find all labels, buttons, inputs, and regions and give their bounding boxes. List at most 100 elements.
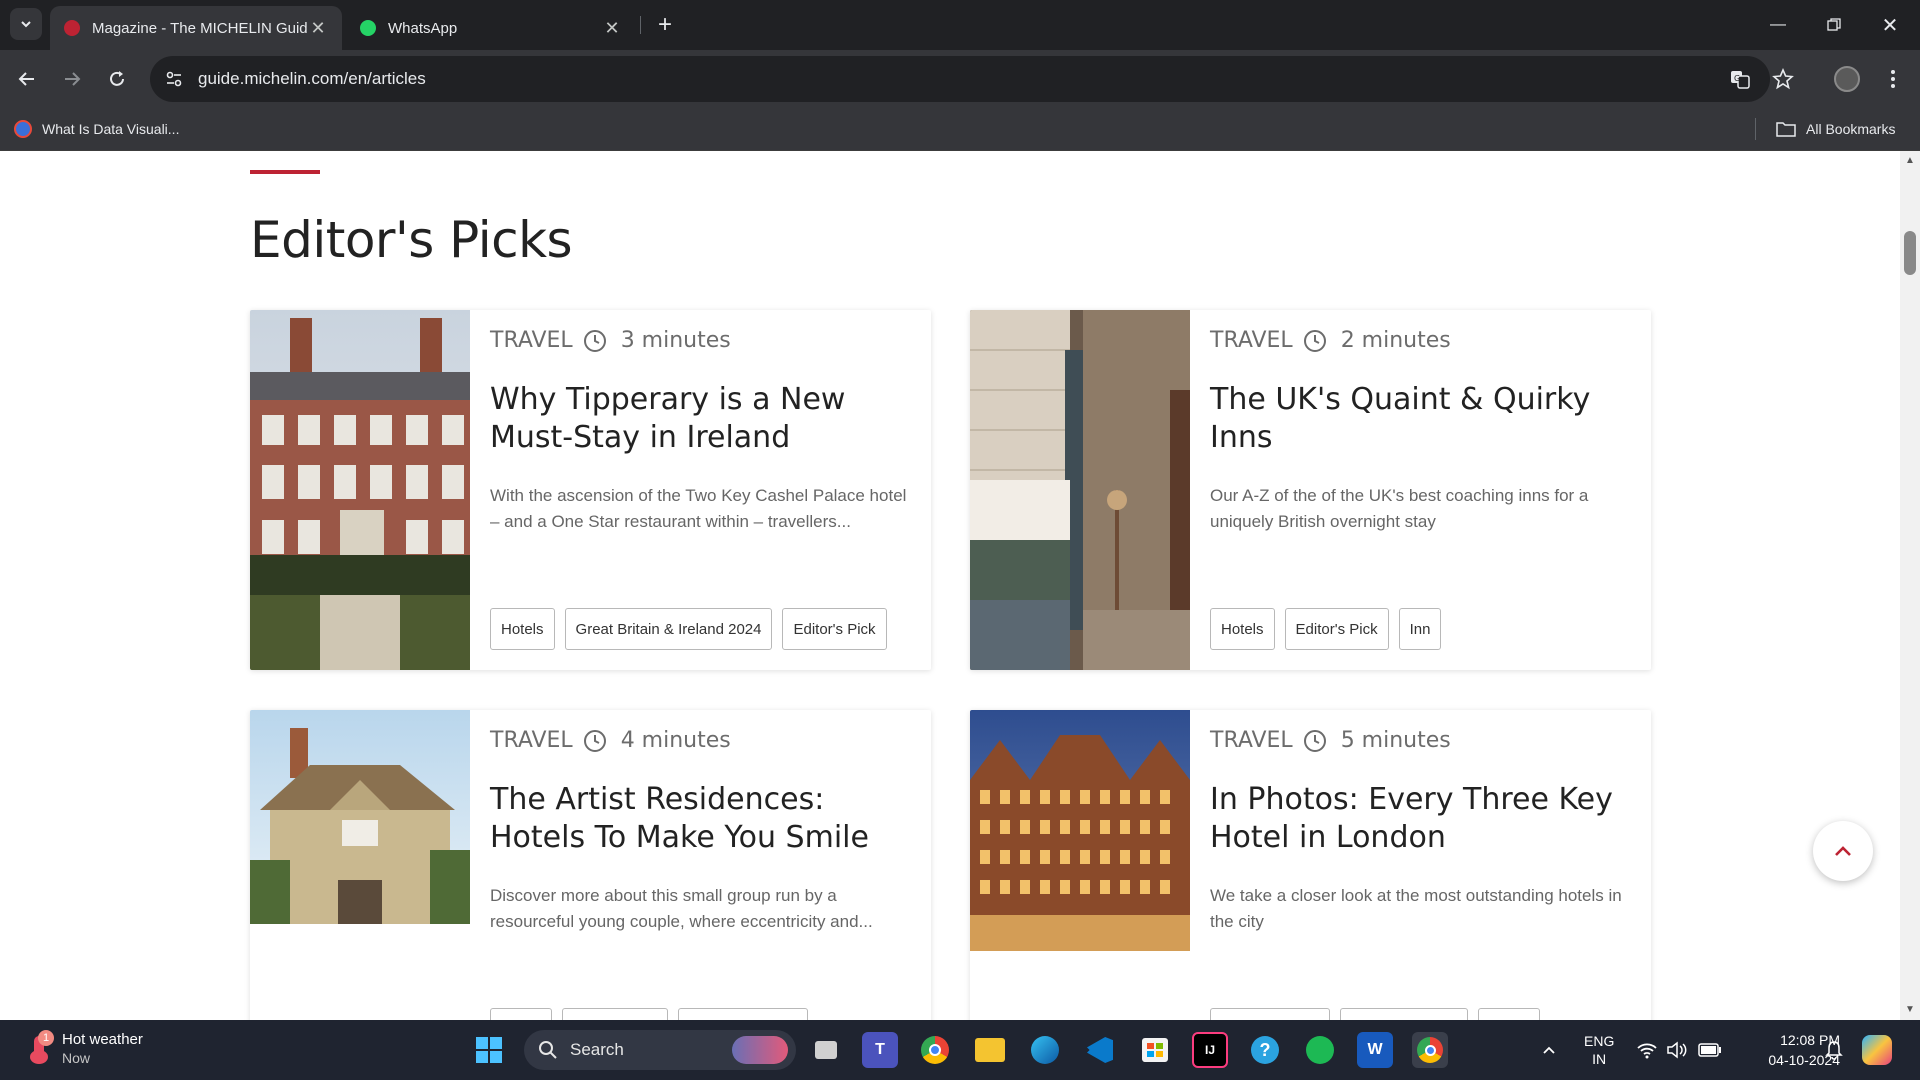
card-body: TRAVEL 5 minutes In Photos: Every Three … [1210,728,1629,935]
card-body: TRAVEL 2 minutes The UK's Quaint & Quirk… [1210,328,1629,535]
bookmark-item[interactable]: What Is Data Visuali... [14,116,179,142]
tag-chip[interactable]: Hotels [1210,608,1275,650]
intellij-icon[interactable]: IJ [1192,1032,1228,1068]
url-text[interactable]: guide.michelin.com/en/articles [198,69,426,89]
search-icon [539,1041,557,1059]
article-thumbnail-manor-house[interactable] [250,310,470,670]
volume-icon[interactable] [1666,1020,1688,1080]
copilot-icon[interactable] [1862,1020,1892,1080]
card-title[interactable]: The Artist Residences: Hotels To Make Yo… [490,781,909,857]
menu-kebab-icon[interactable] [1876,62,1910,96]
card-title[interactable]: In Photos: Every Three Key Hotel in Lond… [1210,781,1629,857]
language-code: ENG [1584,1033,1615,1049]
weather-subtitle: Now [62,1050,91,1066]
card-meta: TRAVEL 2 minutes [1210,328,1629,353]
chrome-icon[interactable] [917,1032,953,1068]
all-bookmarks-button[interactable]: All Bookmarks [1776,116,1895,142]
site-info-icon[interactable] [164,69,184,89]
tag-chip[interactable] [1340,1008,1468,1020]
card-title[interactable]: The UK's Quaint & Quirky Inns [1210,381,1629,457]
scroll-down-arrow-icon[interactable]: ▼ [1904,1004,1916,1016]
windows-taskbar: 1 Hot weather Now Search T IJ ? W ENG IN [0,1020,1920,1080]
task-view-icon[interactable] [808,1032,844,1068]
tag-chip[interactable] [562,1008,668,1020]
reload-icon [110,71,124,86]
tag-chip[interactable]: Hotels [490,608,555,650]
language-region: IN [1592,1051,1607,1067]
article-card[interactable]: TRAVEL 4 minutes The Artist Residences: … [250,710,931,1020]
tag-chip[interactable] [1478,1008,1540,1020]
tag-chip[interactable]: Inn [1398,608,1442,650]
translate-icon[interactable]: G [1720,56,1760,102]
bookmark-favicon-icon [14,120,32,138]
card-tags: Hotels Great Britain & Ireland 2024 Edit… [490,608,887,650]
tag-chip[interactable] [1210,1008,1330,1020]
section-title: Editor's Picks [250,211,573,269]
chrome-active-icon[interactable] [1412,1032,1448,1068]
article-card[interactable]: TRAVEL 5 minutes In Photos: Every Three … [970,710,1651,1020]
notification-bell-icon[interactable] [1825,1020,1843,1080]
article-thumbnail-thatched-cottage[interactable] [250,710,470,924]
card-tags [1210,1008,1540,1020]
vscode-icon[interactable] [1082,1032,1118,1068]
card-meta: TRAVEL 3 minutes [490,328,909,353]
microsoft-store-icon[interactable] [1137,1032,1173,1068]
article-card[interactable]: TRAVEL 3 minutes Why Tipperary is a New … [250,310,931,670]
address-bar[interactable]: guide.michelin.com/en/articles G [150,56,1770,102]
card-tags: Hotels Editor's Pick Inn [1210,608,1442,650]
reload-button[interactable] [100,62,134,96]
new-tab-button[interactable]: + [650,10,680,40]
back-button[interactable] [10,62,44,96]
tag-chip[interactable]: Great Britain & Ireland 2024 [564,608,773,650]
clock-icon [583,729,606,752]
word-icon[interactable]: W [1357,1032,1393,1068]
tag-chip[interactable]: Editor's Pick [782,608,887,650]
bookmark-label: What Is Data Visuali... [42,121,180,137]
weather-widget[interactable]: 1 Hot weather Now [26,1030,143,1068]
tab-whatsapp[interactable]: WhatsApp ✕ [346,6,636,50]
spotify-icon[interactable] [1302,1032,1338,1068]
page-scrollbar[interactable]: ▲ ▼ [1900,151,1920,1020]
article-card[interactable]: TRAVEL 2 minutes The UK's Quaint & Quirk… [970,310,1651,670]
card-title[interactable]: Why Tipperary is a New Must-Stay in Irel… [490,381,909,457]
scroll-up-arrow-icon[interactable]: ▲ [1904,155,1916,167]
windows-start-icon[interactable] [471,1032,507,1068]
file-explorer-icon[interactable] [972,1032,1008,1068]
close-window-button[interactable]: ✕ [1862,0,1918,50]
tab-search-button[interactable] [10,8,42,40]
card-read-time: 2 minutes [1340,328,1451,353]
tag-chip[interactable] [678,1008,808,1020]
card-tags [490,1008,808,1020]
browser-tab-strip: Magazine - The MICHELIN Guide ✕ WhatsApp… [0,0,1920,50]
card-meta: TRAVEL 5 minutes [1210,728,1629,753]
close-icon[interactable]: ✕ [308,18,328,38]
edge-icon[interactable] [1027,1032,1063,1068]
weather-title: Hot weather [62,1031,143,1048]
card-description: We take a closer look at the most outsta… [1210,886,1622,931]
forward-button[interactable] [55,62,89,96]
minimize-button[interactable]: — [1750,0,1806,50]
profile-avatar[interactable] [1830,62,1864,96]
card-category: TRAVEL [1210,328,1293,353]
tag-chip[interactable]: Editor's Pick [1284,608,1389,650]
article-thumbnail-london-hotel[interactable] [970,710,1190,951]
battery-icon[interactable] [1698,1020,1722,1080]
scrollbar-thumb[interactable] [1904,231,1916,275]
card-category: TRAVEL [490,328,573,353]
all-bookmarks-label: All Bookmarks [1806,121,1896,137]
scroll-to-top-button[interactable] [1813,821,1873,881]
close-icon[interactable]: ✕ [602,18,622,38]
article-thumbnail-inn-bedroom[interactable] [970,310,1190,670]
restore-button[interactable] [1806,0,1862,50]
help-icon[interactable]: ? [1247,1032,1283,1068]
teams-icon[interactable]: T [862,1032,898,1068]
taskbar-search-box[interactable]: Search [524,1030,796,1070]
card-category: TRAVEL [1210,728,1293,753]
wifi-icon[interactable] [1636,1020,1658,1080]
show-hidden-icons-chevron-up-icon[interactable] [1540,1020,1558,1080]
tag-chip[interactable] [490,1008,552,1020]
language-indicator[interactable]: ENG IN [1584,1020,1614,1080]
bookmark-star-icon[interactable] [1766,62,1800,96]
tab-michelin[interactable]: Magazine - The MICHELIN Guide ✕ [50,6,342,50]
whatsapp-icon [360,20,376,36]
